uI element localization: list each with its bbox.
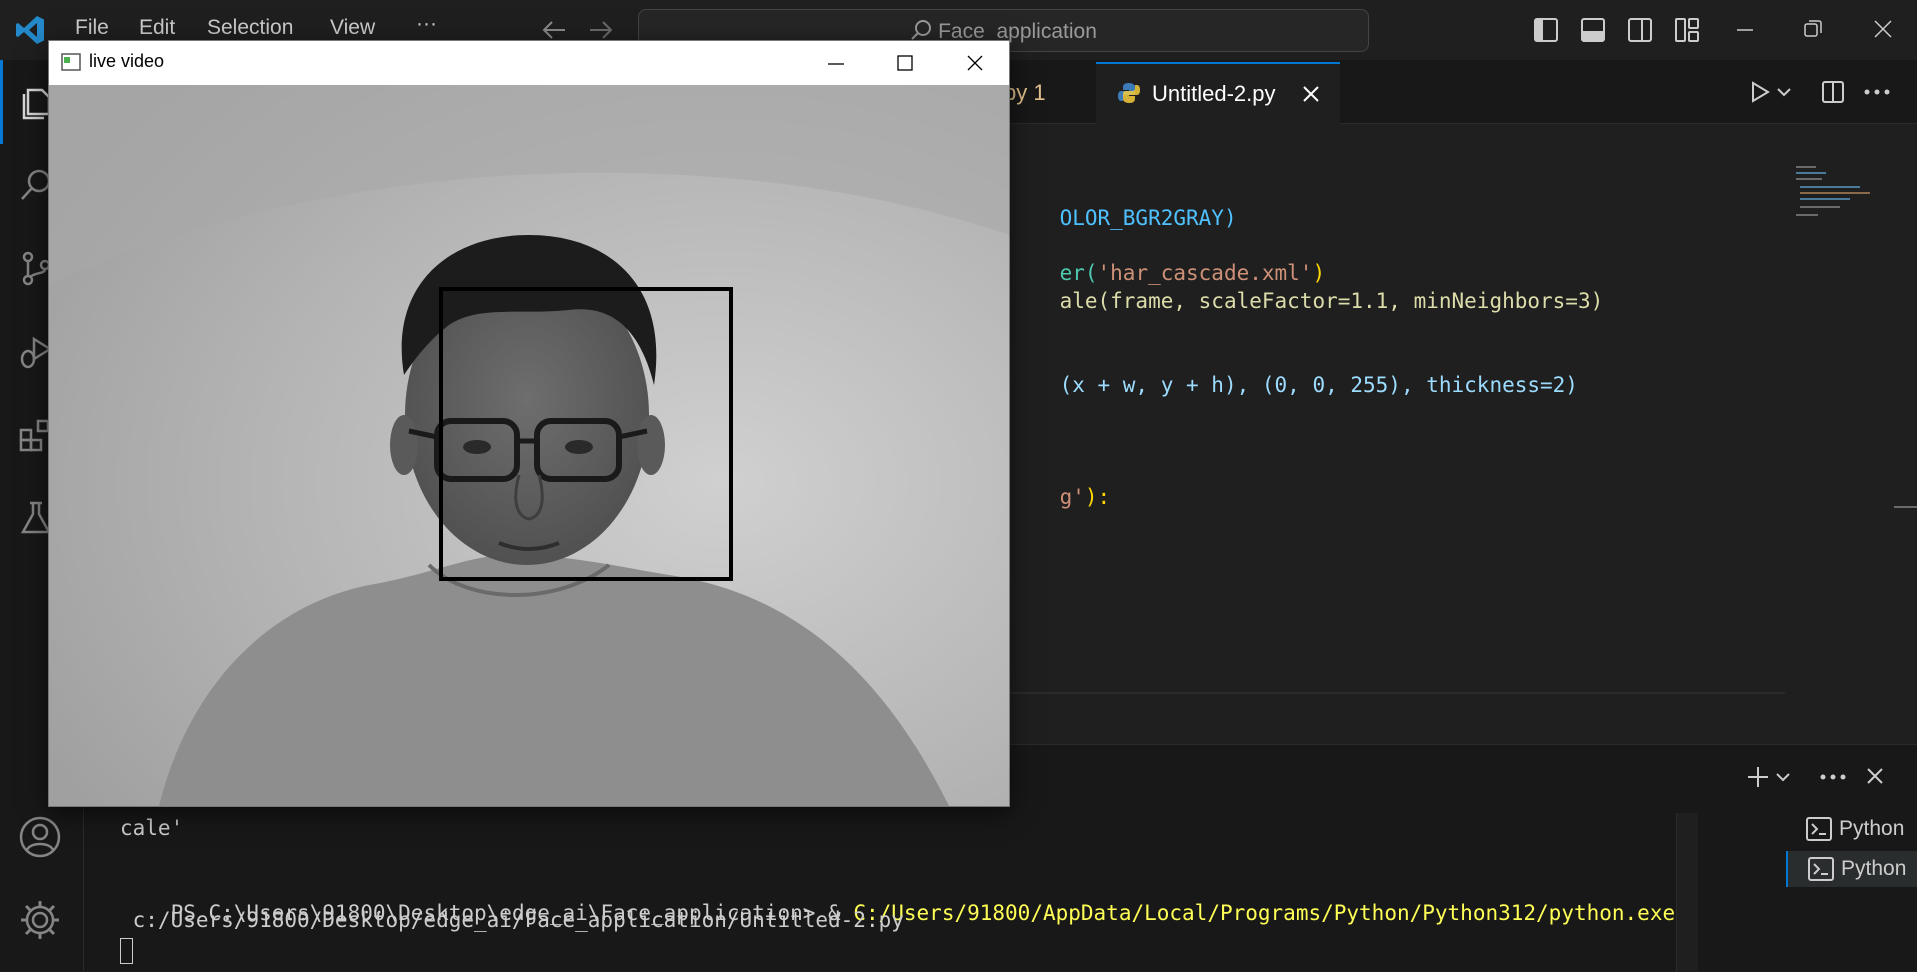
terminal-session-2[interactable]: Python [1786, 851, 1917, 887]
settings-gear-icon[interactable] [18, 898, 62, 942]
live-video-window[interactable]: live video [48, 40, 1010, 807]
tab-active-label: Untitled-2.py [1152, 81, 1276, 106]
close-tab-icon[interactable] [1302, 85, 1320, 103]
terminal-session-label: Python [1839, 817, 1905, 840]
menu-selection[interactable]: Selection [207, 16, 293, 40]
terminal-icon [1808, 857, 1834, 881]
video-minimize-icon[interactable] [827, 62, 845, 66]
close-panel-icon[interactable] [1866, 767, 1884, 785]
video-maximize-icon[interactable] [896, 54, 914, 72]
code-line-detect: ale(frame, scaleFactor=1.1, minNeighbors… [1009, 265, 1604, 337]
run-python-file-icon[interactable] [1748, 80, 1772, 104]
menu-more[interactable]: ··· [416, 12, 437, 36]
code-text: ale(frame, scaleFactor=1.1, minNeighbors… [1059, 289, 1604, 313]
window-app-icon [61, 53, 81, 71]
customize-layout-icon[interactable] [1674, 17, 1700, 43]
minimap[interactable] [1792, 164, 1882, 224]
video-window-title: live video [89, 51, 165, 71]
toggle-secondary-sidebar-icon[interactable] [1627, 17, 1653, 43]
restore-icon[interactable] [1804, 20, 1822, 38]
video-close-icon[interactable] [966, 54, 984, 72]
code-string: g' [1059, 485, 1085, 509]
grayscale-webcam-image [49, 85, 1009, 806]
close-window-icon[interactable] [1874, 20, 1892, 38]
python-file-icon [1118, 83, 1140, 103]
terminal-session-1[interactable]: Python [1786, 811, 1917, 847]
terminal-exe-path: C:/Users/91800/AppData/Local/Programs/Py… [853, 901, 1676, 925]
code-line-rectangle: (x + w, y + h), (0, 0, 255), thickness=2… [1009, 349, 1578, 421]
active-indicator [0, 60, 3, 144]
panel-more-actions-icon[interactable] [1820, 773, 1846, 781]
terminal-output-line: cale' [120, 816, 184, 840]
menu-view[interactable]: View [330, 16, 375, 40]
horizontal-scrollbar[interactable] [1010, 692, 1785, 694]
scrollbar-marker[interactable] [1894, 506, 1917, 508]
tab-partial-label[interactable]: py 1 [1004, 80, 1046, 106]
new-terminal-plus-icon[interactable] [1746, 765, 1770, 789]
toggle-primary-sidebar-icon[interactable] [1533, 17, 1559, 43]
terminal-session-label: Python [1841, 857, 1907, 880]
menu-file[interactable]: File [75, 16, 109, 40]
terminal-icon [1806, 817, 1832, 841]
webcam-frame [49, 85, 1009, 806]
tab-untitled-2[interactable]: Untitled-2.py [1096, 62, 1340, 124]
code-text: OLOR_BGR2GRAY) [1059, 206, 1237, 230]
account-icon[interactable] [18, 815, 62, 859]
terminal-cursor [120, 938, 133, 964]
terminal-script-path: c:/Users/91800/Desktop/edge_ai/Face_appl… [120, 908, 904, 932]
menu-edit[interactable]: Edit [139, 16, 175, 40]
code-token: ): [1084, 485, 1111, 509]
terminal-dropdown-chevron-icon[interactable] [1776, 772, 1790, 782]
forward-arrow-icon[interactable] [588, 18, 614, 42]
terminal-scrollbar[interactable] [1676, 813, 1698, 972]
code-text: (x + w, y + h), (0, 0, 255), thickness=2… [1059, 373, 1578, 397]
more-actions-icon[interactable] [1864, 88, 1890, 96]
minimize-icon[interactable] [1736, 28, 1754, 32]
back-arrow-icon[interactable] [541, 18, 567, 42]
split-editor-icon[interactable] [1821, 80, 1845, 104]
code-line-waitkey: g'): [1009, 461, 1111, 533]
run-dropdown-chevron-icon[interactable] [1777, 87, 1791, 97]
toggle-panel-icon[interactable] [1580, 17, 1606, 43]
video-window-titlebar[interactable]: live video [49, 41, 1009, 85]
search-icon [911, 20, 932, 40]
vscode-logo-icon [16, 16, 44, 44]
